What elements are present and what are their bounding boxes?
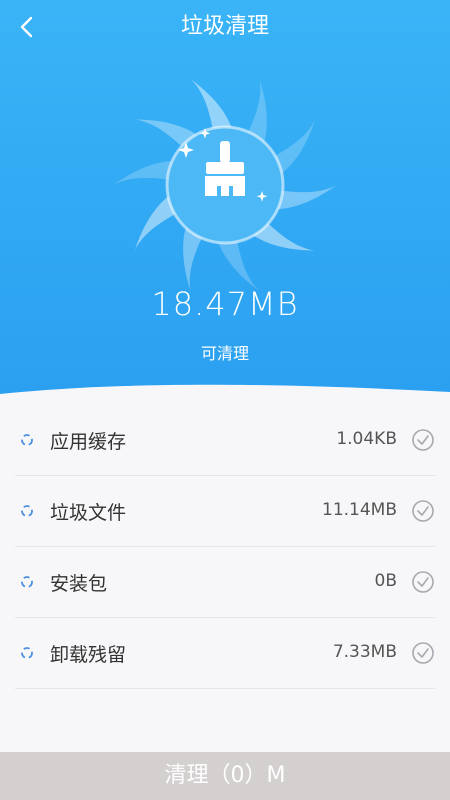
spinner-icon (21, 434, 33, 446)
item-label: 垃圾文件 (50, 502, 127, 524)
list-item[interactable]: 安装包 0B (15, 547, 435, 618)
list-item[interactable]: 垃圾文件 11.14MB (15, 476, 435, 547)
header-banner: 垃圾清理 18.47MB 可清理 (0, 0, 450, 410)
check-circle-icon[interactable] (411, 570, 435, 594)
page-title: 垃圾清理 (180, 14, 269, 39)
item-label: 安装包 (50, 573, 108, 595)
cleaning-fan-graphic (113, 79, 337, 291)
spinner-icon (21, 505, 33, 517)
spinner-icon (21, 576, 33, 588)
clean-button[interactable]: 清理（0）M (0, 752, 450, 800)
cleanable-size: 18.47MB (151, 285, 299, 323)
check-circle-icon[interactable] (411, 641, 435, 665)
item-size: 1.04KB (336, 429, 397, 449)
item-label: 应用缓存 (50, 431, 127, 453)
item-size: 7.33MB (332, 642, 397, 662)
item-size: 11.14MB (322, 500, 397, 520)
cleanable-label: 可清理 (200, 344, 249, 363)
list-item[interactable]: 卸载残留 7.33MB (15, 618, 435, 689)
list-item[interactable]: 应用缓存 1.04KB (15, 405, 435, 476)
check-circle-icon[interactable] (411, 499, 435, 523)
spinner-icon (21, 647, 33, 659)
check-circle-icon[interactable] (411, 428, 435, 452)
item-size: 0B (374, 571, 397, 591)
item-label: 卸载残留 (50, 644, 127, 666)
junk-category-list: 应用缓存 1.04KB 垃圾文件 11.14MB 安装包 0B 卸载残留 7.3… (0, 405, 450, 689)
